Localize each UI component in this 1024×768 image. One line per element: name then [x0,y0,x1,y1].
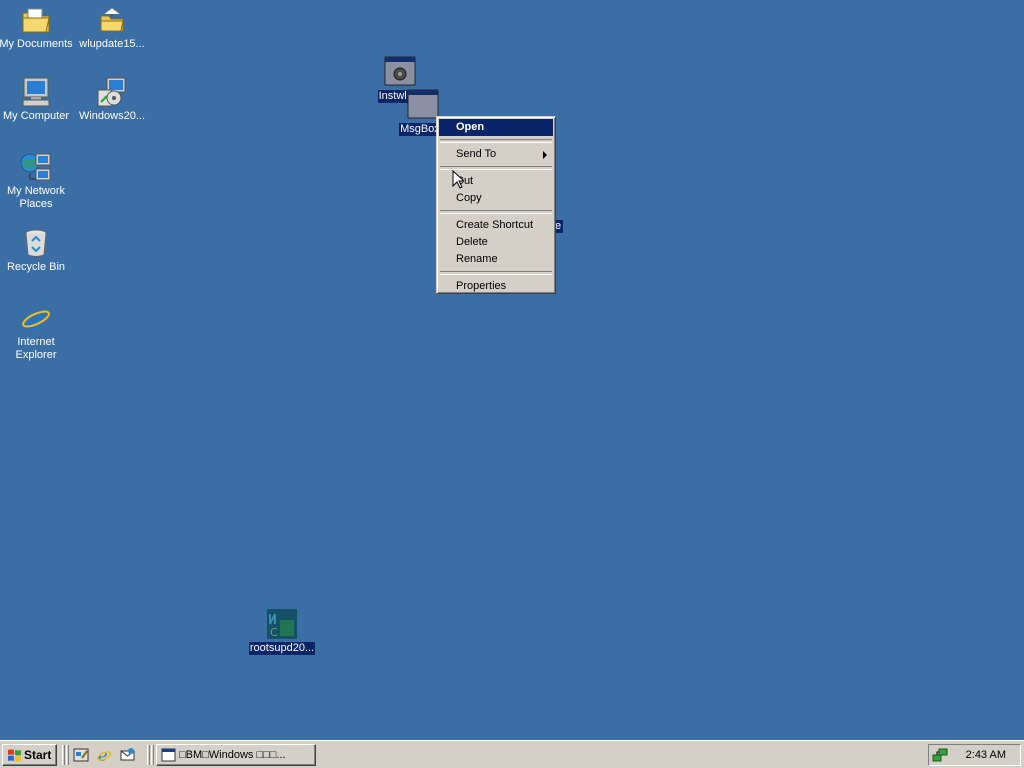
system-tray: 2:43 AM [928,744,1021,766]
desktop-icon-my-network-places[interactable]: My Network Places [0,151,74,211]
taskbar-window-button[interactable]: □BM□Windows □□□... [156,744,316,766]
context-menu[interactable]: Open Send To Cut Copy Create Shortcut De… [436,116,556,294]
desktop-icon-recycle-bin[interactable]: Recycle Bin [0,227,74,274]
installer-icon [96,76,128,108]
toolbar-grip[interactable] [66,745,69,765]
rootsupd-icon: C [266,608,298,640]
desktop-icon-label: wlupdate15... [79,38,145,50]
internet-explorer-icon[interactable]: e [96,746,114,765]
toolbar-divider [62,745,65,765]
desktop-icon-label: My Documents [0,38,73,50]
menu-item-send-to[interactable]: Send To [439,146,553,163]
toolbar-grip[interactable] [151,745,154,765]
window-icon [161,748,176,765]
desktop-icon-label: Windows20... [78,110,146,122]
menu-item-properties[interactable]: Properties [439,278,553,295]
desktop-icon-label: My Computer [2,110,70,122]
svg-text:C: C [270,626,278,639]
submenu-arrow-icon [543,151,547,159]
desktop-icon-internet-explorer[interactable]: e Internet Explorer [0,302,74,362]
desktop-icon-label: My Network Places [6,185,66,210]
network-icon [20,151,52,183]
menu-separator [440,139,552,143]
desktop-icon-my-computer[interactable]: My Computer [0,76,74,123]
mouse-pointer-icon [452,169,466,193]
start-button[interactable]: Start [2,744,57,766]
desktop-icon-wlupdate[interactable]: wlupdate15... [74,4,150,51]
folder-icon [96,4,128,36]
outlook-express-icon[interactable] [119,747,137,764]
windows-logo-icon [7,748,22,768]
desktop-icon-label: rootsupd20... [248,642,316,655]
desktop[interactable]: My Documents wlupdate15... My Computer W… [0,0,1024,740]
gear-program-icon [384,56,416,88]
recycle-bin-icon [20,227,52,259]
menu-item-create-shortcut[interactable]: Create Shortcut [439,217,553,234]
desktop-icon-rootsupd[interactable]: C rootsupd20... [244,608,320,655]
internet-explorer-icon: e [20,302,52,337]
menu-separator [440,210,552,214]
menu-item-rename[interactable]: Rename [439,251,553,268]
menu-separator [440,271,552,275]
menu-item-open[interactable]: Open [439,119,553,136]
window-program-icon [407,89,439,121]
start-label: Start [24,748,52,762]
desktop-icon-label: Internet Explorer [15,336,57,361]
menu-item-label: Send To [456,148,497,160]
toolbar-divider [147,745,150,765]
desktop-icon-label: Recycle Bin [6,261,66,273]
desktop-icon-windows-installer[interactable]: Windows20... [74,76,150,123]
menu-item-delete[interactable]: Delete [439,234,553,251]
show-desktop-icon[interactable] [73,747,91,764]
network-tray-icon[interactable] [932,747,949,766]
taskbar: Start e □BM□Windows □□□... 2:43 AM [0,740,1024,768]
taskbar-window-label: □BM□Windows □□□... [179,749,286,761]
folder-documents-icon [20,4,52,36]
computer-icon [20,76,52,108]
desktop-icon-my-documents[interactable]: My Documents [0,4,74,51]
clock[interactable]: 2:43 AM [966,749,1006,761]
